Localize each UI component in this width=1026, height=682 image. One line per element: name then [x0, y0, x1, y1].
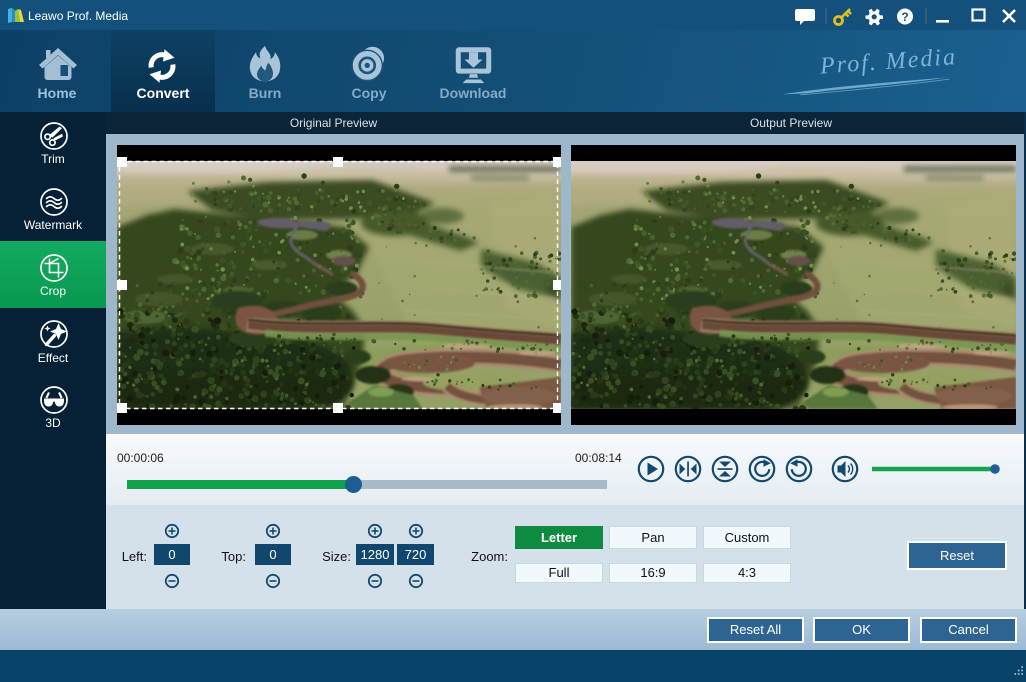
svg-text:?: ?: [901, 10, 908, 24]
